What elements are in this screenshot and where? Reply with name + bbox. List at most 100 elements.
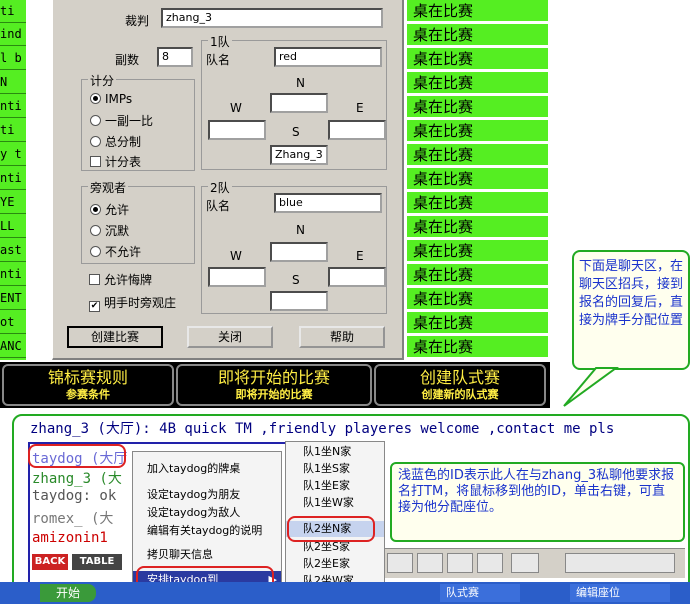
team1-n-seat[interactable] — [270, 93, 328, 113]
tab-subtitle: 创建新的队式赛 — [421, 388, 499, 401]
toolbar-button[interactable] — [417, 553, 443, 573]
status-row[interactable]: 桌在比赛 — [407, 24, 548, 46]
status-row[interactable]: 桌在比赛 — [407, 120, 548, 142]
toolbar-button[interactable] — [511, 553, 539, 573]
strip-item[interactable]: ti — [0, 0, 26, 23]
team2-n-seat[interactable] — [270, 242, 328, 262]
spectators-allow-radio[interactable]: 允许 — [90, 201, 129, 218]
strip-item[interactable]: ENT — [0, 287, 26, 310]
player-name-strip: ti ind l b N nti ti y t nti YE LL ast nt… — [0, 0, 26, 360]
menu-set-friend[interactable]: 设定taydog为朋友 — [133, 486, 281, 504]
table-button[interactable]: TABLE — [72, 554, 122, 570]
tab-upcoming-matches[interactable]: 即将开始的比赛 即将开始的比赛 — [176, 364, 372, 406]
status-row[interactable]: 桌在比赛 — [407, 336, 548, 358]
strip-item[interactable]: y t — [0, 143, 26, 166]
status-row[interactable]: 桌在比赛 — [407, 264, 548, 286]
status-row[interactable]: 桌在比赛 — [407, 48, 548, 70]
strip-item[interactable]: ot — [0, 311, 26, 334]
status-row[interactable]: 桌在比赛 — [407, 72, 548, 94]
scoring-total-radio[interactable]: 总分制 — [90, 133, 141, 150]
create-match-button[interactable]: 创建比赛 — [67, 326, 163, 348]
team1-e-seat[interactable] — [328, 120, 386, 140]
strip-item[interactable]: ti — [0, 119, 26, 142]
status-row[interactable]: 桌在比赛 — [407, 216, 548, 238]
spectators-deny-radio[interactable]: 不允许 — [90, 243, 141, 260]
strip-item[interactable]: nti — [0, 95, 26, 118]
submenu-item[interactable]: 队1坐E家 — [286, 478, 384, 494]
team1-name-input[interactable]: red — [274, 47, 382, 67]
lower-toolbar — [385, 548, 685, 578]
team1-w-seat[interactable] — [208, 120, 266, 140]
boards-input[interactable]: 8 — [157, 47, 193, 67]
strip-item[interactable]: l b — [0, 47, 26, 70]
team2-name-input[interactable]: blue — [274, 193, 382, 213]
option-label: 允许悔牌 — [104, 273, 153, 287]
strip-item[interactable]: ANC — [0, 335, 26, 358]
tab-create-team-match[interactable]: 创建队式赛 创建新的队式赛 — [374, 364, 546, 406]
chat-user-zhang3[interactable]: zhang_3 (大 — [32, 468, 122, 488]
team1-s-label: S — [292, 125, 300, 139]
radio-selected-icon — [90, 204, 101, 215]
chat-user-romex[interactable]: romex_ (大 — [32, 508, 113, 528]
team2-s-seat[interactable] — [270, 291, 328, 311]
toolbar-button[interactable] — [387, 553, 413, 573]
strip-item[interactable]: ind — [0, 23, 26, 46]
status-row[interactable]: 桌在比赛 — [407, 288, 548, 310]
tab-title: 锦标赛规则 — [47, 368, 128, 387]
checkbox-icon — [89, 274, 100, 285]
start-button[interactable]: 开始 — [40, 584, 96, 602]
status-row[interactable]: 桌在比赛 — [407, 96, 548, 118]
submenu-item[interactable]: 队1坐S家 — [286, 461, 384, 477]
scoring-group: 计分 IMPs 一副一比 总分制 计分表 — [81, 72, 195, 171]
submenu-item[interactable]: 队1坐W家 — [286, 495, 384, 511]
chat-area-callout: 下面是聊天区，在聊天区招兵，接到报名的回复后，直接为牌手分配位置 — [572, 250, 690, 370]
strip-item[interactable]: ast — [0, 239, 26, 262]
submenu-item[interactable]: 队1坐N家 — [286, 444, 384, 460]
team1-s-seat[interactable]: Zhang_3 — [270, 145, 328, 165]
taskbar-item[interactable]: 编辑座位 — [570, 584, 670, 602]
toolbar-button[interactable] — [477, 553, 503, 573]
status-row[interactable]: 桌在比赛 — [407, 168, 548, 190]
strip-item[interactable]: YE — [0, 191, 26, 214]
referee-input[interactable]: zhang_3 — [161, 8, 383, 28]
taskbar-item[interactable]: 队式赛 — [440, 584, 520, 602]
option-label: IMPs — [105, 92, 133, 106]
team1-w-label: W — [230, 101, 242, 115]
scoring-imps-radio[interactable]: IMPs — [90, 92, 132, 106]
strip-item[interactable]: N — [0, 71, 26, 94]
spectators-group: 旁观者 允许 沉默 不允许 — [81, 179, 195, 264]
status-row[interactable]: 桌在比赛 — [407, 240, 548, 262]
submenu-item[interactable]: 队2坐E家 — [286, 556, 384, 572]
allow-undo-checkbox[interactable]: 允许悔牌 — [89, 271, 152, 288]
scoring-matchpoint-radio[interactable]: 一副一比 — [90, 112, 153, 129]
menu-join-table[interactable]: 加入taydog的牌桌 — [133, 460, 281, 478]
toolbar-button[interactable] — [565, 553, 675, 573]
radio-selected-icon — [90, 93, 101, 104]
help-button[interactable]: 帮助 — [299, 326, 385, 348]
tab-tournament-rules[interactable]: 锦标赛规则 参赛条件 — [2, 364, 174, 406]
menu-set-enemy[interactable]: 设定taydog为敌人 — [133, 504, 281, 522]
back-button[interactable]: BACK — [32, 554, 68, 570]
chat-user-amizonin1[interactable]: amizonin1 — [32, 530, 108, 546]
strip-item[interactable]: LL — [0, 215, 26, 238]
team2-group: 2队 队名 blue N W E S — [201, 179, 387, 314]
menu-edit-note[interactable]: 编辑有关taydog的说明 — [133, 522, 281, 540]
open-dummy-checkbox[interactable]: ✔ 明手时旁观庄 — [89, 294, 176, 312]
tab-subtitle: 参赛条件 — [66, 388, 110, 401]
status-row[interactable]: 桌在比赛 — [407, 192, 548, 214]
close-button[interactable]: 关闭 — [187, 326, 273, 348]
strip-item[interactable]: nti — [0, 167, 26, 190]
checkmark-icon: ✔ — [89, 301, 100, 312]
toolbar-button[interactable] — [447, 553, 473, 573]
spectators-silent-radio[interactable]: 沉默 — [90, 222, 129, 239]
team2-e-seat[interactable] — [328, 267, 386, 287]
menu-copy-chat[interactable]: 拷贝聊天信息 — [133, 546, 281, 564]
tab-subtitle: 即将开始的比赛 — [235, 388, 313, 401]
strip-item[interactable]: nti — [0, 263, 26, 286]
team2-w-seat[interactable] — [208, 267, 266, 287]
tab-title: 创建队式赛 — [419, 368, 500, 387]
status-row[interactable]: 桌在比赛 — [407, 312, 548, 334]
status-row[interactable]: 桌在比赛 — [407, 0, 548, 22]
status-row[interactable]: 桌在比赛 — [407, 144, 548, 166]
scoresheet-checkbox[interactable]: 计分表 — [90, 153, 141, 170]
